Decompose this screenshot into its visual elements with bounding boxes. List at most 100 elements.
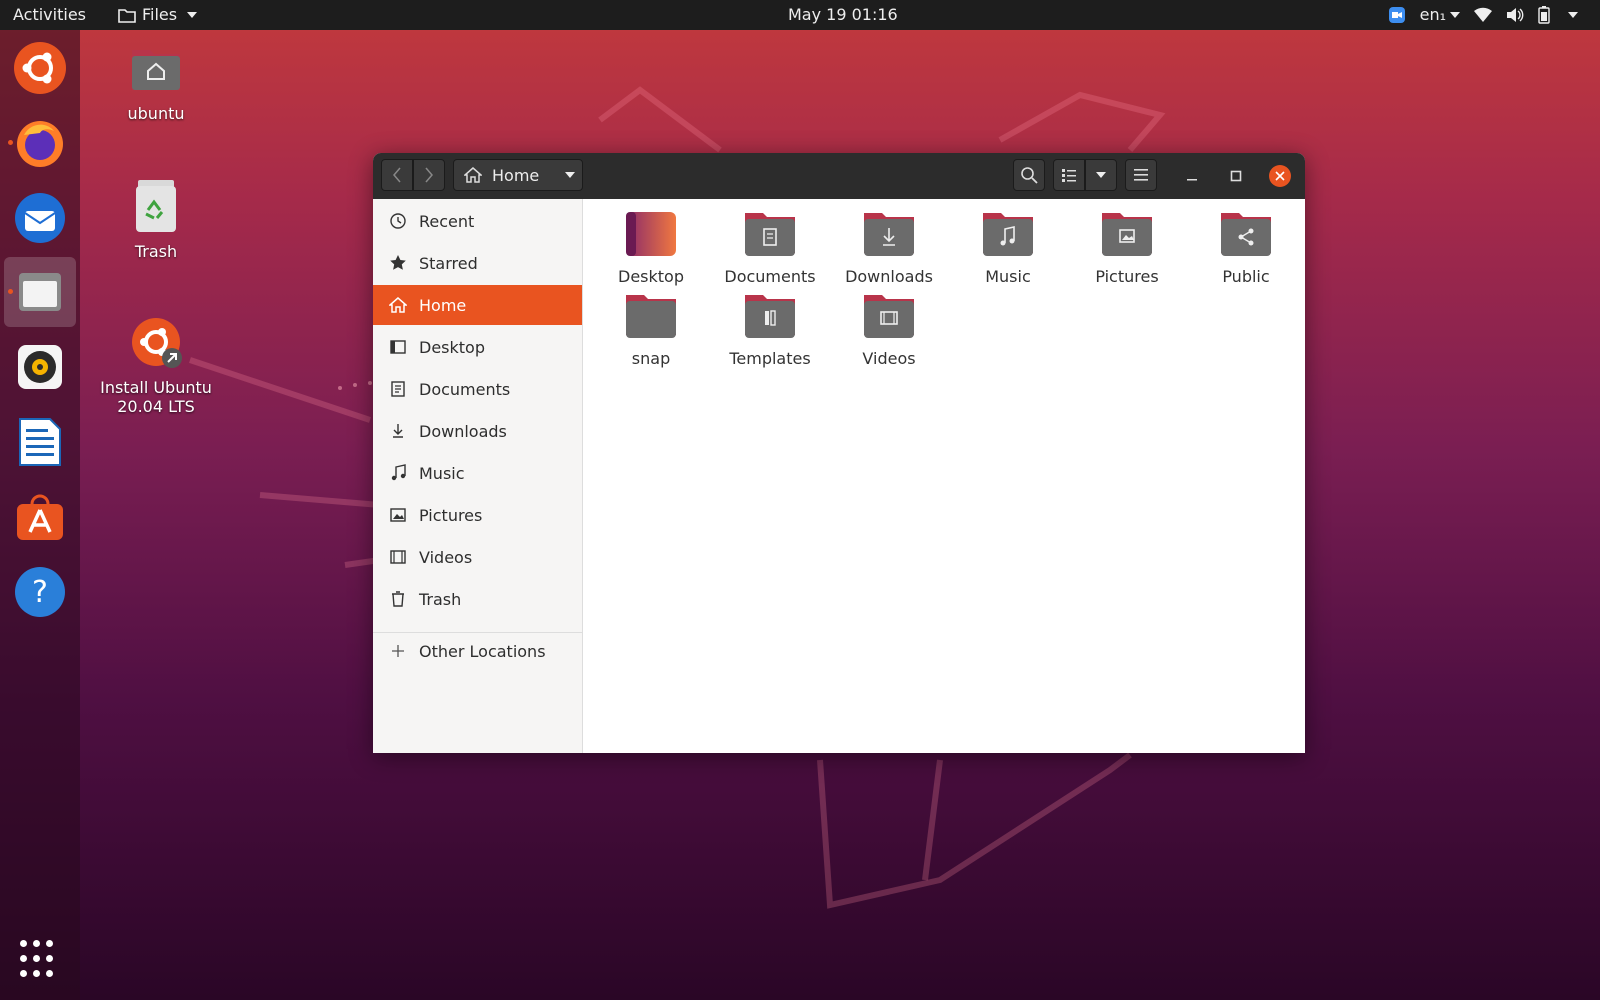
hamburger-menu-icon (1134, 169, 1148, 181)
sidebar-item-home[interactable]: Home (373, 285, 582, 325)
folder-label: Documents (724, 267, 816, 286)
sidebar-item-label: Documents (419, 379, 511, 399)
path-bar-home[interactable]: Home (453, 159, 583, 191)
minimize-icon (1187, 179, 1197, 181)
dock-help[interactable]: ? (4, 557, 76, 627)
sidebar-item-music[interactable]: Music (373, 453, 582, 493)
templates-folder-icon (745, 295, 795, 338)
sidebar-item-label: Videos (419, 547, 473, 567)
folder-label: Pictures (1095, 267, 1159, 286)
places-sidebar: Recent Starred Home Desktop Documents Do… (373, 199, 583, 753)
sidebar-item-desktop[interactable]: Desktop (373, 327, 582, 367)
sidebar-item-label: Starred (419, 253, 478, 273)
star-icon (390, 255, 406, 270)
desktop-icon-home[interactable]: ubuntu (91, 40, 221, 123)
close-button[interactable] (1269, 165, 1291, 187)
folder-music[interactable]: Music (949, 211, 1067, 286)
system-tray[interactable]: en₁ (1388, 5, 1578, 24)
battery-icon (1538, 5, 1550, 24)
desktop-icon-trash[interactable]: Trash (91, 178, 221, 261)
sidebar-item-label: Music (419, 463, 465, 483)
folder-label: Music (985, 267, 1031, 286)
dock-thunderbird[interactable] (4, 183, 76, 253)
desktop-folder-icon (626, 212, 676, 256)
sidebar-item-label: Home (419, 295, 467, 315)
folder-desktop[interactable]: Desktop (592, 211, 710, 286)
svg-text:?: ? (32, 575, 48, 610)
clock-icon (390, 213, 406, 229)
language-indicator[interactable]: en₁ (1420, 5, 1460, 24)
trash-icon (392, 591, 404, 607)
forward-button[interactable] (413, 159, 445, 191)
sidebar-item-other-locations[interactable]: Other Locations (373, 631, 582, 671)
desktop-icon-label: Install Ubuntu 20.04 LTS (100, 378, 212, 416)
trash-icon (136, 180, 176, 232)
dock-libreoffice-writer[interactable] (4, 407, 76, 477)
show-applications-button[interactable] (20, 940, 60, 980)
folder-documents[interactable]: Documents (711, 211, 829, 286)
desktop-icon (390, 340, 406, 354)
sidebar-item-starred[interactable]: Starred (373, 243, 582, 283)
sidebar-item-label: Other Locations (419, 641, 546, 661)
picture-icon (390, 508, 406, 522)
back-button[interactable] (381, 159, 413, 191)
writer-icon (19, 418, 61, 466)
app-menu[interactable]: Files (118, 5, 198, 24)
videos-folder-icon (864, 295, 914, 338)
chevron-down-icon (1096, 172, 1106, 178)
maximize-icon (1230, 170, 1242, 182)
sidebar-item-trash[interactable]: Trash (373, 579, 582, 619)
help-icon: ? (15, 567, 65, 617)
sidebar-item-documents[interactable]: Documents (373, 369, 582, 409)
ubuntu-logo-icon (132, 318, 182, 368)
dock-ubuntu-installer[interactable] (4, 33, 76, 103)
folder-videos[interactable]: Videos (830, 293, 948, 368)
list-view-button[interactable] (1053, 159, 1085, 191)
document-icon (391, 381, 405, 397)
folder-icon (118, 8, 136, 23)
home-icon (389, 297, 407, 313)
sidebar-item-videos[interactable]: Videos (373, 537, 582, 577)
music-folder-icon (983, 213, 1033, 256)
software-store-icon (17, 494, 63, 540)
chevron-down-icon (1568, 11, 1578, 18)
search-button[interactable] (1013, 159, 1045, 191)
window-body: Recent Starred Home Desktop Documents Do… (373, 199, 1305, 753)
folder-pictures[interactable]: Pictures (1068, 211, 1186, 286)
folder-public[interactable]: Public (1187, 211, 1305, 286)
folder-label: Desktop (618, 267, 684, 286)
dock-rhythmbox[interactable] (4, 332, 76, 402)
public-folder-icon (1221, 213, 1271, 256)
sidebar-item-downloads[interactable]: Downloads (373, 411, 582, 451)
downloads-folder-icon (864, 213, 914, 256)
desktop-icon-install-ubuntu[interactable]: Install Ubuntu 20.04 LTS (91, 314, 221, 416)
documents-folder-icon (745, 213, 795, 256)
desktop-icon-label: Trash (134, 242, 178, 261)
folder-templates[interactable]: Templates (711, 293, 829, 368)
dock-firefox[interactable] (4, 108, 76, 178)
sidebar-item-pictures[interactable]: Pictures (373, 495, 582, 535)
activities-button[interactable]: Activities (13, 5, 86, 24)
chevron-down-icon (565, 172, 576, 178)
clock[interactable]: May 19 01:16 (788, 5, 898, 24)
folder-snap[interactable]: snap (592, 293, 710, 368)
folder-downloads[interactable]: Downloads (830, 211, 948, 286)
desktop-icon-label: ubuntu (127, 104, 185, 123)
sidebar-item-recent[interactable]: Recent (373, 201, 582, 241)
sidebar-item-label: Trash (419, 589, 462, 609)
sidebar-item-label: Recent (419, 211, 475, 231)
files-window: Home Recent Starred Home Desktop Documen… (373, 153, 1305, 753)
pictures-folder-icon (1102, 213, 1152, 256)
dock-files[interactable] (4, 257, 76, 327)
rhythmbox-icon (18, 345, 62, 389)
path-label: Home (492, 165, 540, 185)
maximize-button[interactable] (1225, 165, 1247, 187)
dock-software[interactable] (4, 482, 76, 552)
view-options-button[interactable] (1085, 159, 1117, 191)
chevron-left-icon (393, 167, 401, 183)
file-view: Desktop Documents Downloads Music Pictur… (583, 199, 1305, 753)
folder-label: Videos (862, 349, 916, 368)
main-menu-button[interactable] (1125, 159, 1157, 191)
search-icon (1021, 167, 1038, 184)
minimize-button[interactable] (1181, 165, 1203, 187)
